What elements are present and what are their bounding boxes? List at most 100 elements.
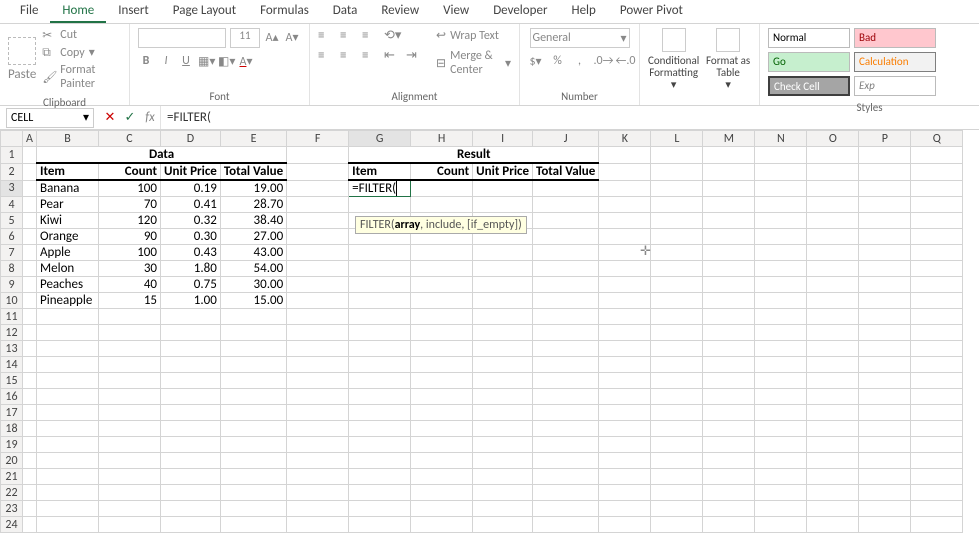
row-header[interactable]: 1 [1,147,23,164]
tab-home[interactable]: Home [50,0,106,23]
row-header[interactable]: 8 [1,261,23,277]
cancel-formula-button[interactable]: ✕ [100,110,120,125]
cell[interactable]: Apple [37,245,99,261]
col-header-G[interactable]: G [349,131,411,147]
cell[interactable]: 30.00 [220,277,286,293]
tab-help[interactable]: Help [559,0,607,23]
align-middle-icon[interactable]: ≡ [340,28,356,42]
align-left-icon[interactable]: ≡ [318,48,334,62]
cell[interactable]: 43.00 [220,245,286,261]
align-center-icon[interactable]: ≡ [340,48,356,62]
cell[interactable]: Pineapple [37,293,99,309]
cell[interactable]: 38.40 [220,213,286,229]
percent-button[interactable]: % [550,54,566,70]
col-header-K[interactable]: K [599,131,651,147]
currency-button[interactable]: $▾ [528,54,544,70]
col-header-A[interactable]: A [23,131,37,147]
row-header[interactable]: 2 [1,163,23,180]
style-bad[interactable]: Bad [854,28,936,48]
increase-decimal-button[interactable]: .0→ [594,54,610,70]
italic-button[interactable]: I [158,54,174,70]
col-header-L[interactable]: L [651,131,703,147]
col-header-N[interactable]: N [755,131,807,147]
active-cell[interactable]: =FILTER( [349,180,411,197]
font-color-button[interactable]: A▾ [238,54,254,70]
number-format-select[interactable]: General ▾ [530,28,630,48]
comma-button[interactable]: , [572,54,588,70]
select-all-button[interactable] [1,131,23,147]
font-size-select[interactable]: 11 [230,28,260,48]
row-header[interactable]: 3 [1,180,23,197]
col-header-D[interactable]: D [161,131,221,147]
decrease-font-icon[interactable]: A▾ [284,30,300,46]
cell[interactable]: 0.30 [161,229,221,245]
orientation-icon[interactable]: ⟲▾ [384,28,400,42]
tab-developer[interactable]: Developer [481,0,559,23]
tab-formulas[interactable]: Formulas [248,0,321,23]
tab-power-pivot[interactable]: Power Pivot [608,0,695,23]
format-painter-button[interactable]: 🖌Format Painter [42,63,121,91]
conditional-formatting-button[interactable]: Conditional Formatting▾ [648,28,699,91]
col-header-M[interactable]: M [703,131,755,147]
col-header-I[interactable]: I [473,131,533,147]
row-header[interactable]: 20 [1,453,23,469]
format-as-table-button[interactable]: Format as Table▾ [705,28,751,91]
style-explanatory[interactable]: Exp [854,76,936,96]
cell[interactable]: Pear [37,197,99,213]
cell[interactable]: Melon [37,261,99,277]
col-header-B[interactable]: B [37,131,99,147]
cell[interactable]: 15 [99,293,161,309]
col-header-Q[interactable]: Q [911,131,963,147]
cell[interactable]: 0.41 [161,197,221,213]
cell[interactable]: 28.70 [220,197,286,213]
row-header[interactable]: 14 [1,357,23,373]
row-header[interactable]: 10 [1,293,23,309]
col-header-H[interactable]: H [411,131,473,147]
cell[interactable]: Orange [37,229,99,245]
tab-file[interactable]: File [8,0,50,23]
cell[interactable]: 27.00 [220,229,286,245]
copy-button[interactable]: ⧉Copy▾ [42,45,121,60]
tab-review[interactable]: Review [369,0,431,23]
cell[interactable]: 90 [99,229,161,245]
cell[interactable]: Kiwi [37,213,99,229]
underline-button[interactable]: U [178,54,194,70]
tab-data[interactable]: Data [321,0,370,23]
font-name-select[interactable] [138,28,226,48]
row-header[interactable]: 16 [1,389,23,405]
col-header-J[interactable]: J [533,131,599,147]
row-header[interactable]: 19 [1,437,23,453]
tab-page-layout[interactable]: Page Layout [161,0,248,23]
row-header[interactable]: 11 [1,309,23,325]
row-header[interactable]: 4 [1,197,23,213]
merge-center-button[interactable]: ⊟Merge & Center▾ [436,49,511,77]
decrease-indent-icon[interactable]: ⇤ [384,48,400,62]
cell[interactable]: Peaches [37,277,99,293]
tab-insert[interactable]: Insert [106,0,161,23]
cell[interactable]: 30 [99,261,161,277]
cell[interactable]: 0.75 [161,277,221,293]
align-bottom-icon[interactable]: ≡ [362,28,378,42]
spreadsheet-grid[interactable]: A B C D E F G H I J K L M N O P Q 1DataR… [0,130,979,533]
row-header[interactable]: 24 [1,517,23,533]
bold-button[interactable]: B [138,54,154,70]
cell[interactable]: 15.00 [220,293,286,309]
cell[interactable]: 100 [99,245,161,261]
row-header[interactable]: 23 [1,501,23,517]
tab-view[interactable]: View [431,0,481,23]
cell[interactable]: 0.19 [161,180,221,197]
cell[interactable]: 70 [99,197,161,213]
cell[interactable]: 19.00 [220,180,286,197]
cell[interactable]: 1.00 [161,293,221,309]
style-normal[interactable]: Normal [768,28,850,48]
row-header[interactable]: 5 [1,213,23,229]
cell[interactable]: 120 [99,213,161,229]
cell[interactable]: 40 [99,277,161,293]
cell[interactable]: 54.00 [220,261,286,277]
align-right-icon[interactable]: ≡ [362,48,378,62]
row-header[interactable]: 9 [1,277,23,293]
col-header-P[interactable]: P [859,131,911,147]
increase-indent-icon[interactable]: ⇥ [406,48,422,62]
cell[interactable]: 0.43 [161,245,221,261]
row-header[interactable]: 17 [1,405,23,421]
